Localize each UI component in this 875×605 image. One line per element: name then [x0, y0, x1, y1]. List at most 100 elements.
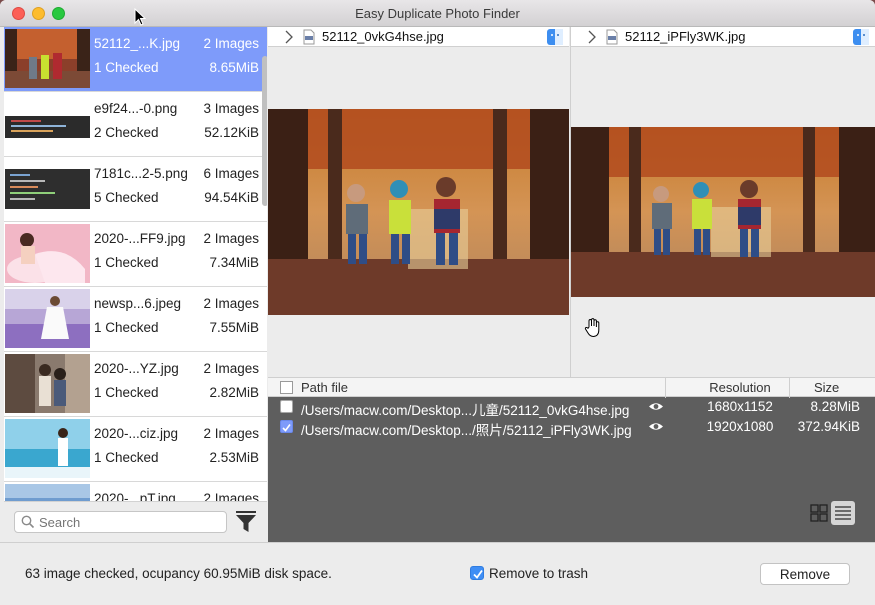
group-thumbnail — [5, 419, 90, 478]
chevron-right-icon[interactable] — [284, 30, 294, 44]
filter-icon[interactable] — [235, 510, 257, 534]
group-size: 8.65MiB — [209, 60, 259, 75]
group-name: e9f24...-0.png — [94, 101, 178, 116]
path-column-header[interactable]: Path file — [301, 380, 348, 395]
preview-right-image[interactable] — [571, 127, 875, 297]
select-all-checkbox[interactable] — [280, 381, 293, 394]
group-name: 2020-...ciz.jpg — [94, 426, 179, 441]
group-name: newsp...6.jpeg — [94, 296, 182, 311]
list-view-icon — [835, 506, 851, 520]
row-checkbox[interactable] — [280, 400, 293, 413]
hand-cursor-icon — [584, 318, 600, 338]
remove-button[interactable]: Remove — [760, 563, 850, 585]
finder-icon[interactable] — [547, 29, 563, 45]
finder-icon[interactable] — [853, 29, 869, 45]
group-checked-count: 5 Checked — [94, 190, 159, 205]
group-checked-count: 2 Checked — [94, 125, 159, 140]
group-image-count: 6 Images — [203, 166, 259, 181]
group-thumbnail — [5, 224, 90, 283]
bottom-bar: 63 image checked, ocupancy 60.95MiB disk… — [0, 542, 875, 605]
checkmark-icon — [473, 569, 483, 579]
checkmark-icon — [282, 424, 291, 432]
search-input[interactable] — [39, 514, 219, 530]
size-column-header[interactable]: Size — [814, 380, 839, 395]
row-path: /Users/macw.com/Desktop...儿童/52112_0vkG4… — [301, 403, 630, 418]
group-checked-count: 1 Checked — [94, 450, 159, 465]
group-thumbnail — [5, 94, 90, 153]
preview-right-header: 52112_iPFly3WK.jpg — [571, 27, 875, 47]
list-item[interactable]: 7181c...2-5.png 6 Images 5 Checked 94.54… — [4, 157, 267, 222]
group-size: 2.53MiB — [209, 450, 259, 465]
row-path: /Users/macw.com/Desktop.../照片/52112_iPFl… — [301, 423, 632, 438]
duplicate-group-list[interactable]: 52112_...K.jpg 2 Images 1 Checked 8.65Mi… — [4, 27, 267, 501]
grid-view-icon[interactable] — [809, 503, 829, 523]
list-item[interactable]: 52112_...K.jpg 2 Images 1 Checked 8.65Mi… — [4, 27, 267, 92]
group-thumbnail — [5, 484, 90, 501]
list-item[interactable]: newsp...6.jpeg 2 Images 1 Checked 7.55Mi… — [4, 287, 267, 352]
group-size: 52.12KiB — [204, 125, 259, 140]
file-table: Path file Resolution Size /Users/macw.co… — [268, 377, 875, 542]
resolution-column-header[interactable]: Resolution — [694, 380, 786, 395]
title-bar: Easy Duplicate Photo Finder — [0, 0, 875, 27]
preview-left-image[interactable] — [268, 109, 569, 315]
search-area — [4, 501, 267, 542]
table-row[interactable]: /Users/macw.com/Desktop...儿童/52112_0vkG4… — [268, 397, 875, 418]
group-name: 2020-...pT.jpg — [94, 491, 176, 501]
group-name: 52112_...K.jpg — [94, 36, 181, 51]
row-checkbox[interactable] — [280, 420, 293, 433]
preview-left-filename: 52112_0vkG4hse.jpg — [322, 29, 444, 44]
jpg-file-icon — [606, 29, 618, 45]
list-view-button[interactable] — [831, 501, 855, 525]
list-item[interactable]: e9f24...-0.png 3 Images 2 Checked 52.12K… — [4, 92, 267, 157]
search-icon — [21, 515, 35, 529]
group-thumbnail — [5, 29, 90, 88]
chevron-right-icon[interactable] — [587, 30, 597, 44]
mouse-cursor-icon — [134, 8, 146, 26]
group-image-count: 3 Images — [203, 101, 259, 116]
status-text: 63 image checked, ocupancy 60.95MiB disk… — [25, 566, 332, 581]
row-size: 8.28MiB — [810, 399, 860, 414]
preview-right-filename: 52112_iPFly3WK.jpg — [625, 29, 746, 44]
list-scrollbar[interactable] — [262, 56, 267, 206]
group-image-count: 2 Images — [203, 296, 259, 311]
group-checked-count: 1 Checked — [94, 320, 159, 335]
remove-to-trash-label[interactable]: Remove to trash — [489, 566, 588, 581]
group-image-count: 2 Images — [203, 361, 259, 376]
preview-left-pane: 52112_0vkG4hse.jpg — [268, 27, 569, 377]
group-size: 2.82MiB — [209, 385, 259, 400]
eye-icon[interactable] — [648, 401, 664, 412]
group-name: 2020-...YZ.jpg — [94, 361, 179, 376]
group-thumbnail — [5, 354, 90, 413]
table-row[interactable]: /Users/macw.com/Desktop.../照片/52112_iPFl… — [268, 417, 875, 438]
table-header: Path file Resolution Size — [268, 377, 875, 398]
group-size: 7.55MiB — [209, 320, 259, 335]
group-image-count: 2 Images — [203, 36, 259, 51]
app-window: Easy Duplicate Photo Finder 52112_...K.j… — [0, 0, 875, 605]
search-box[interactable] — [14, 511, 227, 533]
jpg-file-icon — [303, 29, 315, 45]
group-name: 7181c...2-5.png — [94, 166, 188, 181]
group-name: 2020-...FF9.jpg — [94, 231, 186, 246]
group-checked-count: 1 Checked — [94, 255, 159, 270]
group-checked-count: 1 Checked — [94, 60, 159, 75]
list-item[interactable]: 2020-...FF9.jpg 2 Images 1 Checked 7.34M… — [4, 222, 267, 287]
group-thumbnail — [5, 289, 90, 348]
list-item[interactable]: 2020-...YZ.jpg 2 Images 1 Checked 2.82Mi… — [4, 352, 267, 417]
group-size: 94.54KiB — [204, 190, 259, 205]
list-item[interactable]: 2020-...pT.jpg 2 Images — [4, 482, 267, 501]
row-size: 372.94KiB — [797, 419, 860, 434]
group-image-count: 2 Images — [203, 231, 259, 246]
group-checked-count: 1 Checked — [94, 385, 159, 400]
row-resolution: 1680x1152 — [707, 399, 773, 414]
window-title: Easy Duplicate Photo Finder — [355, 6, 520, 21]
group-image-count: 2 Images — [203, 426, 259, 441]
row-resolution: 1920x1080 — [706, 419, 774, 434]
list-item[interactable]: 2020-...ciz.jpg 2 Images 1 Checked 2.53M… — [4, 417, 267, 482]
preview-left-header: 52112_0vkG4hse.jpg — [268, 27, 569, 47]
group-size: 7.34MiB — [209, 255, 259, 270]
group-image-count: 2 Images — [203, 491, 259, 501]
group-thumbnail — [5, 159, 90, 218]
preview-right-pane: 52112_iPFly3WK.jpg — [570, 27, 875, 377]
remove-to-trash-checkbox[interactable] — [470, 566, 484, 580]
eye-icon[interactable] — [648, 421, 664, 432]
